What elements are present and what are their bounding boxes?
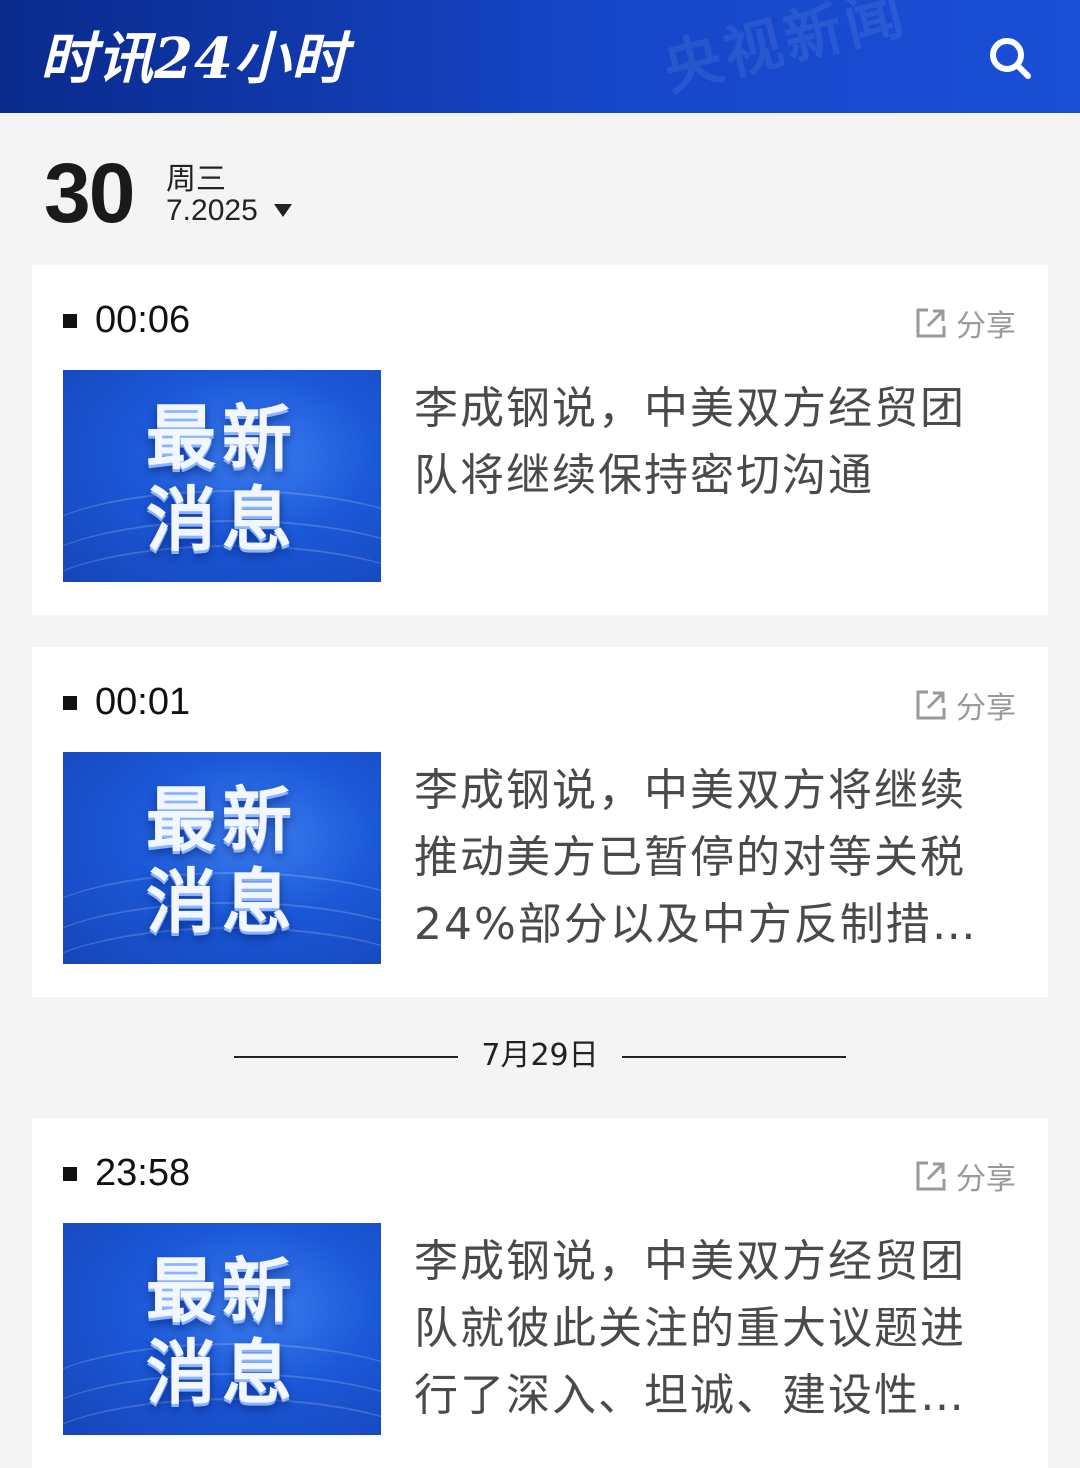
- share-button[interactable]: 分享: [914, 303, 1016, 344]
- news-thumbnail[interactable]: 最新 消息: [63, 1223, 381, 1435]
- share-icon: [916, 308, 946, 338]
- news-headline[interactable]: 李成钢说，中美双方经贸团队将继续保持密切沟通: [414, 375, 1004, 509]
- header-watermark: 央视新闻: [656, 0, 914, 104]
- news-card[interactable]: 00:01 分享 最新 消息 李成钢说，中美双方将继续推动美方已暂停的对等关税2…: [32, 647, 1048, 997]
- divider-line: [234, 1056, 458, 1058]
- news-card[interactable]: 23:58 分享 最新 消息 李成钢说，中美双方经贸团队就彼此关注的重大议题进行…: [32, 1118, 1048, 1468]
- news-headline[interactable]: 李成钢说，中美双方将继续推动美方已暂停的对等关税24%部分以及中方反制措…: [414, 757, 1004, 958]
- app-title: 时讯24小时: [40, 26, 348, 92]
- share-icon: [916, 690, 946, 720]
- share-label: 分享: [956, 691, 1016, 726]
- date-divider: 7月29日: [234, 1036, 846, 1076]
- news-time: 00:01: [95, 681, 191, 723]
- thumbnail-text-line2: 消息: [146, 1332, 298, 1414]
- news-time: 23:58: [95, 1152, 191, 1194]
- share-button[interactable]: 分享: [914, 1156, 1016, 1197]
- news-thumbnail[interactable]: 最新 消息: [63, 752, 381, 964]
- divider-line: [622, 1056, 846, 1058]
- news-thumbnail[interactable]: 最新 消息: [63, 370, 381, 582]
- news-headline[interactable]: 李成钢说，中美双方经贸团队就彼此关注的重大议题进行了深入、坦诚、建设性…: [414, 1228, 1004, 1429]
- thumbnail-text-line2: 消息: [146, 479, 298, 561]
- divider-date-label: 7月29日: [481, 1038, 599, 1073]
- bullet-square-icon: [63, 1167, 77, 1181]
- date-day: 30: [44, 146, 135, 240]
- bullet-square-icon: [63, 696, 77, 710]
- date-weekday: 周三: [166, 162, 226, 197]
- news-time: 00:06: [95, 299, 191, 341]
- bullet-square-icon: [63, 314, 77, 328]
- thumbnail-text-line1: 最新: [146, 779, 298, 861]
- news-card[interactable]: 00:06 分享 最新 消息 李成钢说，中美双方经贸团队将继续保持密切沟通: [32, 265, 1048, 615]
- date-month-year: 7.2025: [166, 194, 258, 227]
- share-label: 分享: [956, 309, 1016, 344]
- thumbnail-text-line1: 最新: [146, 1250, 298, 1332]
- share-icon: [916, 1161, 946, 1191]
- search-icon[interactable]: [986, 34, 1034, 82]
- thumbnail-text-line2: 消息: [146, 861, 298, 943]
- share-label: 分享: [956, 1162, 1016, 1197]
- thumbnail-text-line1: 最新: [146, 397, 298, 479]
- caret-down-icon[interactable]: [274, 204, 292, 217]
- app-header: 央视新闻 时讯24小时: [0, 0, 1080, 113]
- share-button[interactable]: 分享: [914, 685, 1016, 726]
